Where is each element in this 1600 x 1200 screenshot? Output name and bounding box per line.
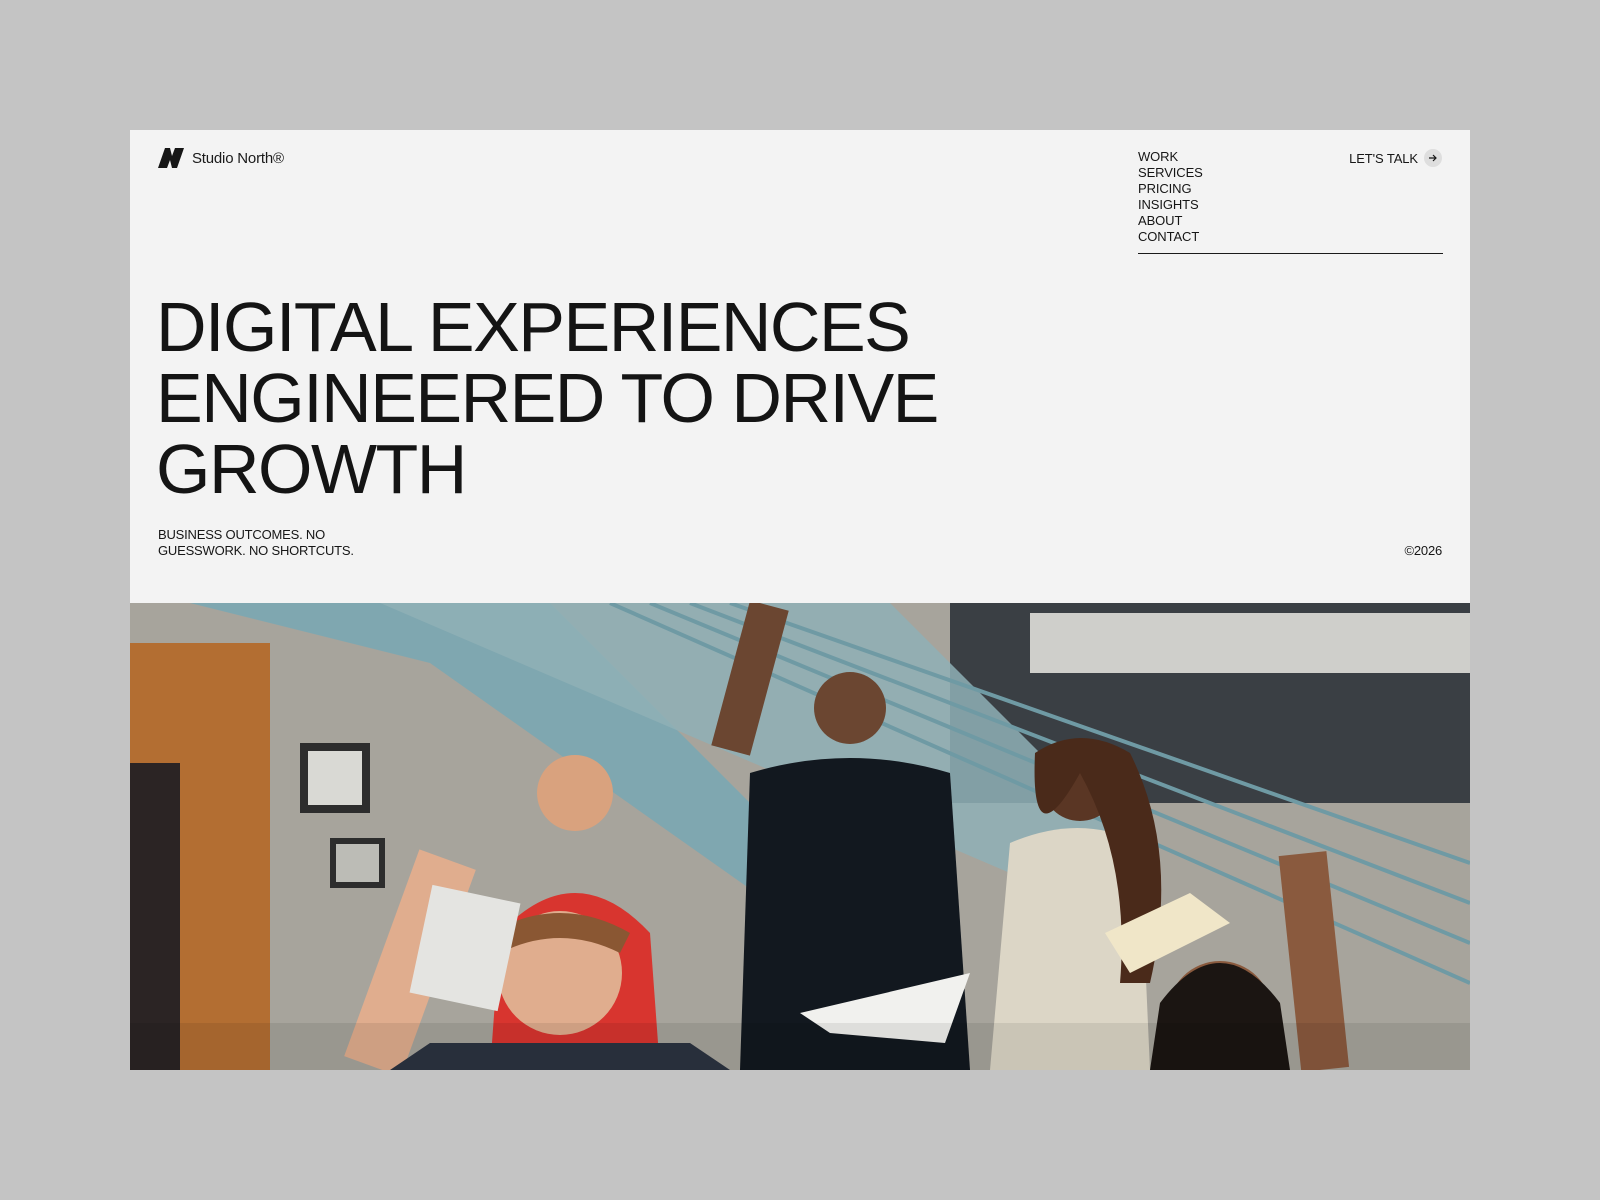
page-container: Studio North® WORK SERVICES PRICING INSI… bbox=[130, 130, 1470, 1070]
lets-talk-button[interactable]: LET'S TALK bbox=[1349, 149, 1442, 167]
nav-item-services[interactable]: SERVICES bbox=[1138, 165, 1203, 181]
hero-tagline: BUSINESS OUTCOMES. NO GUESSWORK. NO SHOR… bbox=[158, 527, 354, 558]
hero-photo-illustration bbox=[130, 603, 1470, 1070]
copyright-text: ©2026 bbox=[1404, 543, 1443, 558]
arrow-right-icon bbox=[1424, 149, 1442, 167]
hero-title-line-2: ENGINEERED TO DRIVE bbox=[156, 359, 939, 437]
logo-mark-icon bbox=[158, 148, 184, 168]
nav-item-insights[interactable]: INSIGHTS bbox=[1138, 197, 1199, 213]
hero-title-line-3: GROWTH bbox=[156, 430, 467, 508]
nav-item-work[interactable]: WORK bbox=[1138, 149, 1178, 165]
nav-item-contact[interactable]: CONTACT bbox=[1138, 229, 1199, 245]
hero-title-line-1: DIGITAL EXPERIENCES bbox=[156, 288, 911, 366]
hero-photo bbox=[130, 603, 1470, 1070]
nav-item-about[interactable]: ABOUT bbox=[1138, 213, 1182, 229]
hero-title: DIGITAL EXPERIENCES ENGINEERED TO DRIVE … bbox=[156, 292, 1056, 505]
lets-talk-label: LET'S TALK bbox=[1349, 150, 1418, 166]
brand-logo[interactable]: Studio North® bbox=[158, 148, 284, 168]
brand-name: Studio North® bbox=[192, 149, 284, 167]
nav-item-pricing[interactable]: PRICING bbox=[1138, 181, 1192, 197]
